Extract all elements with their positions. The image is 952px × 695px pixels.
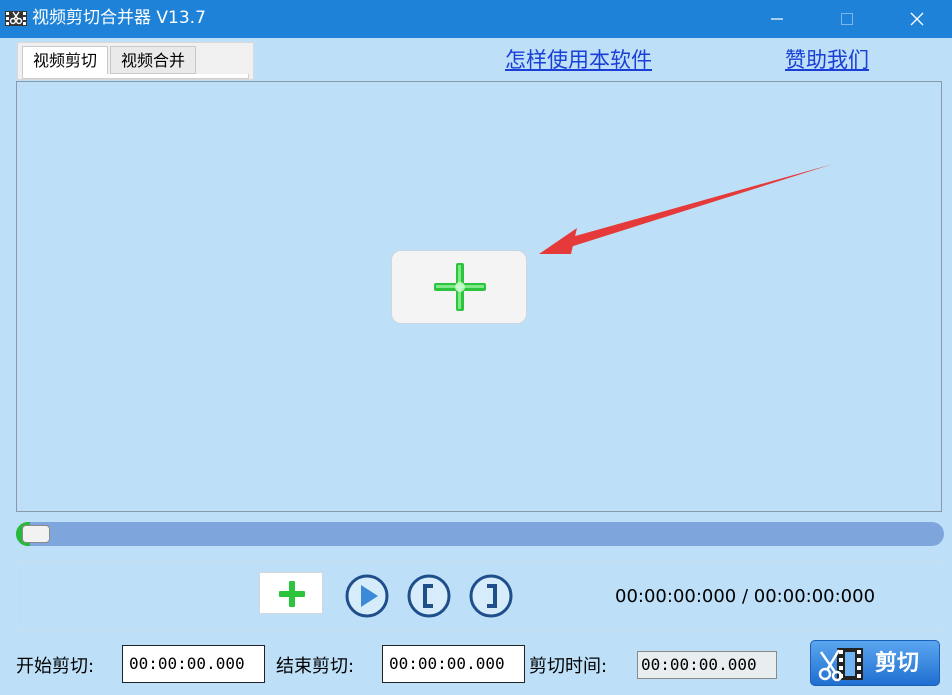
minimize-icon [771, 18, 783, 20]
cut-button-label: 剪切 [875, 651, 920, 676]
tab-video-cut[interactable]: 视频剪切 [22, 46, 108, 74]
maximize-button[interactable] [824, 0, 870, 38]
tab-panel-edge [22, 74, 249, 79]
red-arrow-annotation [539, 164, 833, 254]
close-icon [910, 12, 924, 26]
end-cut-input[interactable]: 00:00:00.000 [382, 645, 525, 683]
tab-video-merge[interactable]: 视频合并 [110, 46, 196, 74]
mark-out-button[interactable] [468, 573, 514, 619]
cut-duration-label: 剪切时间: [529, 656, 608, 677]
how-to-use-link[interactable]: 怎样使用本软件 [505, 46, 652, 74]
film-scissors-icon [818, 648, 863, 682]
mark-in-button[interactable] [406, 573, 452, 619]
timecode-display: 00:00:00:000 / 00:00:00:000 [615, 586, 876, 607]
green-plus-icon [279, 581, 305, 607]
tab-strip: 视频剪切 视频合并 [17, 42, 254, 80]
video-preview-area[interactable] [16, 81, 942, 512]
sponsor-link[interactable]: 赞助我们 [785, 46, 869, 74]
film-scissors-icon [5, 11, 27, 26]
minimize-button[interactable] [754, 0, 800, 38]
slider-thumb[interactable] [22, 525, 50, 543]
green-plus-icon [434, 263, 486, 311]
play-button[interactable] [344, 573, 390, 619]
end-cut-label: 结束剪切: [276, 656, 355, 677]
cut-duration-field: 00:00:00.000 [637, 651, 777, 679]
add-video-button[interactable] [391, 250, 527, 324]
start-cut-label: 开始剪切: [16, 656, 95, 677]
cut-button[interactable]: 剪切 [810, 640, 940, 686]
window-title: 视频剪切合并器 V13.7 [32, 8, 206, 28]
start-cut-input[interactable]: 00:00:00.000 [122, 645, 265, 683]
timeline-slider[interactable] [16, 522, 944, 546]
add-file-button[interactable] [259, 572, 323, 614]
title-bar: 视频剪切合并器 V13.7 [0, 0, 952, 38]
close-button[interactable] [894, 0, 940, 38]
maximize-icon [841, 13, 853, 25]
